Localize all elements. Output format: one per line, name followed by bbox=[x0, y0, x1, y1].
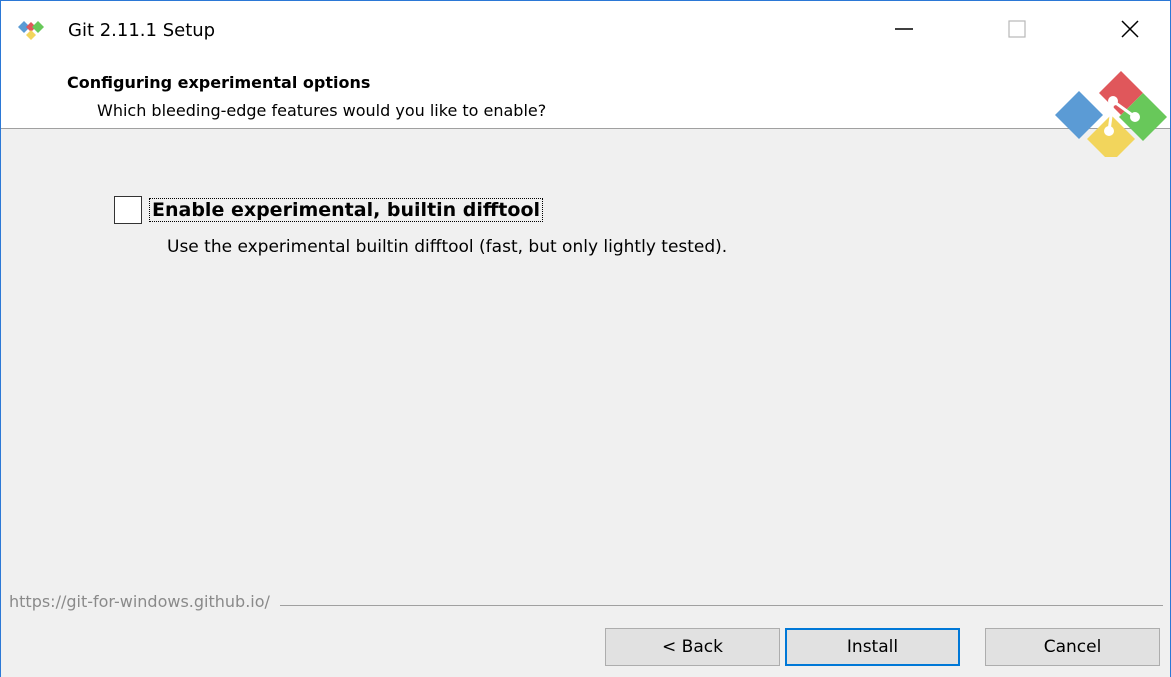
minimize-icon bbox=[895, 28, 913, 30]
difftool-description: Use the experimental builtin difftool (f… bbox=[167, 237, 728, 257]
footer-url: https://git-for-windows.github.io/ bbox=[9, 592, 280, 611]
window-title: Git 2.11.1 Setup bbox=[68, 20, 216, 41]
close-icon bbox=[1121, 20, 1139, 38]
git-logo-icon bbox=[18, 21, 44, 40]
close-button[interactable] bbox=[1084, 1, 1171, 57]
page-title: Configuring experimental options bbox=[67, 73, 371, 92]
minimize-button[interactable] bbox=[858, 1, 950, 57]
difftool-option[interactable]: Enable experimental, builtin difftool bbox=[114, 196, 544, 224]
maximize-button[interactable] bbox=[971, 1, 1063, 57]
difftool-checkbox-label[interactable]: Enable experimental, builtin difftool bbox=[148, 198, 544, 222]
difftool-checkbox[interactable] bbox=[114, 196, 142, 224]
git-logo-icon bbox=[1055, 71, 1167, 157]
cancel-button[interactable]: Cancel bbox=[985, 628, 1160, 666]
wizard-header: Configuring experimental options Which b… bbox=[1, 57, 1170, 157]
title-bar: Git 2.11.1 Setup bbox=[1, 1, 1170, 57]
maximize-icon bbox=[1008, 20, 1026, 38]
page-subtitle: Which bleeding-edge features would you l… bbox=[97, 101, 547, 120]
install-button[interactable]: Install bbox=[785, 628, 960, 666]
setup-window: Git 2.11.1 Setup Configuring experimenta… bbox=[0, 0, 1171, 677]
back-button[interactable]: < Back bbox=[605, 628, 780, 666]
